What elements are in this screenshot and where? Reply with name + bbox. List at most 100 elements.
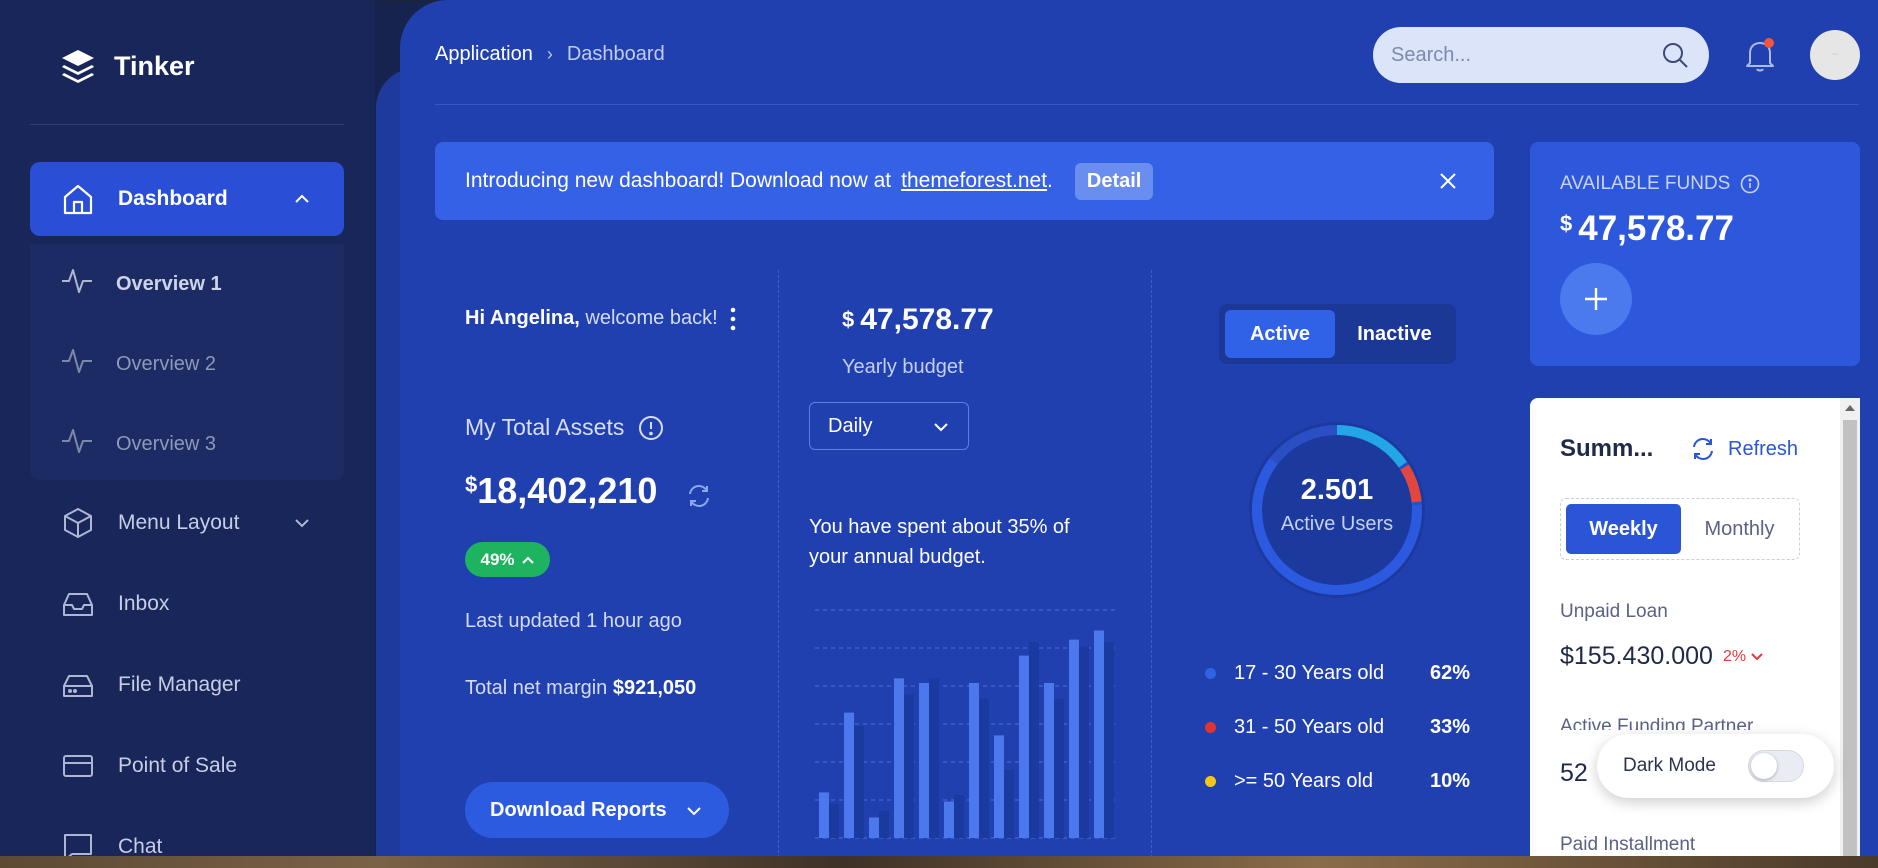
summary-scrollbar[interactable] — [1840, 398, 1860, 868]
chart-bar[interactable] — [1004, 769, 1014, 838]
refresh-icon — [1693, 438, 1713, 460]
toggle-inactive[interactable]: Inactive — [1339, 310, 1450, 358]
banner-suffix: . — [1047, 169, 1053, 192]
chart-bar[interactable] — [829, 803, 839, 838]
available-funds-card: AVAILABLE FUNDS $ 47,578.77 — [1530, 142, 1860, 366]
more-vertical-icon[interactable] — [730, 306, 736, 332]
assets-amount: 18,402,210 — [477, 470, 658, 511]
chart-bar[interactable] — [994, 735, 1004, 838]
chart-bar[interactable] — [1054, 698, 1064, 838]
refresh-button[interactable]: Refresh — [1690, 436, 1798, 462]
sidebar-item-label: Dashboard — [118, 187, 228, 210]
chart-bar[interactable] — [929, 678, 939, 838]
notification-badge — [1764, 38, 1774, 48]
chevron-down-icon — [687, 807, 701, 816]
loan-change-value: 2% — [1722, 647, 1747, 665]
funds-amount: 47,578.77 — [1578, 209, 1734, 248]
info-icon[interactable] — [638, 415, 664, 441]
close-icon[interactable] — [1438, 171, 1458, 191]
card-icon — [60, 748, 96, 784]
legend-item: >= 50 Years old 10% — [1205, 766, 1470, 796]
active-users-label: Active Users — [1280, 513, 1394, 535]
refresh-icon[interactable] — [686, 483, 712, 509]
active-users-count: 2.501 — [1300, 474, 1374, 506]
plus-icon — [1585, 288, 1607, 310]
chart-bar[interactable] — [1029, 641, 1039, 838]
sidebar: Tinker Dashboard Overview 1 Overview 2 O… — [0, 0, 375, 868]
banner-link[interactable]: themeforest.net — [901, 169, 1047, 193]
banner-text: Introducing new dashboard! Download now … — [465, 169, 892, 192]
chart-bar[interactable] — [1019, 655, 1029, 838]
sidebar-subitem-overview-3[interactable]: Overview 3 — [30, 404, 344, 484]
sidebar-item-inbox[interactable]: Inbox — [30, 567, 344, 641]
breadcrumb-application[interactable]: Application — [435, 43, 533, 66]
search-icon[interactable] — [1661, 41, 1689, 69]
total-assets-value: $ 18,402,210 — [465, 470, 657, 512]
download-reports-button[interactable]: Download Reports — [465, 782, 729, 838]
chart-bar[interactable] — [1104, 641, 1114, 838]
chart-bar[interactable] — [879, 810, 889, 838]
chart-bar[interactable] — [1069, 639, 1079, 838]
sidebar-subitem-overview-1[interactable]: Overview 1 — [30, 244, 344, 324]
chart-bar[interactable] — [919, 682, 929, 838]
period-select-value: Daily — [828, 414, 873, 437]
user-avatar[interactable]: ◦◦◦ — [1810, 30, 1860, 80]
chart-bar[interactable] — [854, 726, 864, 838]
budget-spent-text: You have spent about 35% of your annual … — [809, 516, 1070, 568]
breadcrumb-dashboard: Dashboard — [566, 43, 665, 65]
add-funds-button[interactable] — [1560, 263, 1632, 335]
chart-bar[interactable] — [904, 694, 914, 838]
greeting-rest: welcome back! — [579, 307, 718, 329]
chart-bar[interactable] — [1094, 630, 1104, 838]
legend-value: 62% — [1429, 661, 1470, 684]
sidebar-item-file-manager[interactable]: File Manager — [30, 648, 344, 722]
sidebar-item-point-of-sale[interactable]: Point of Sale — [30, 729, 344, 803]
chart-bar[interactable] — [979, 698, 989, 838]
sidebar-item-dashboard[interactable]: Dashboard — [30, 162, 344, 236]
sidebar-subitem-overview-2[interactable]: Overview 2 — [30, 324, 344, 404]
funds-label-text: AVAILABLE FUNDS — [1560, 173, 1731, 194]
chevron-down-icon — [1751, 652, 1763, 660]
chart-bar[interactable] — [944, 801, 954, 838]
legend-dot — [1205, 721, 1216, 733]
detail-button[interactable]: Detail — [1074, 162, 1154, 200]
chart-bar[interactable] — [954, 794, 964, 838]
toggle-monthly[interactable]: Monthly — [1685, 504, 1794, 554]
toggle-active[interactable]: Active — [1225, 310, 1335, 358]
search-input[interactable] — [1391, 43, 1661, 67]
desk-background — [0, 856, 1878, 868]
currency-symbol: $ — [1560, 211, 1573, 236]
dark-mode-switch[interactable] — [1748, 750, 1804, 782]
search-bar[interactable] — [1373, 27, 1709, 83]
brand[interactable]: Tinker — [58, 46, 195, 86]
home-icon — [60, 181, 96, 217]
legend-item: 31 - 50 Years old 33% — [1205, 712, 1470, 742]
legend-value: 33% — [1429, 715, 1470, 738]
chart-bar[interactable] — [844, 712, 854, 838]
chart-bar[interactable] — [894, 678, 904, 838]
refresh-label: Refresh — [1728, 437, 1799, 460]
sidebar-subitem-label: Overview 1 — [116, 272, 222, 295]
legend-label: >= 50 Years old — [1234, 769, 1374, 792]
period-select[interactable]: Daily — [809, 402, 969, 450]
chart-bar[interactable] — [969, 682, 979, 838]
funds-value: $ 47,578.77 — [1560, 209, 1734, 249]
scrollbar-thumb[interactable] — [1843, 420, 1857, 868]
chart-bar[interactable] — [1044, 682, 1054, 838]
info-icon[interactable] — [1740, 174, 1760, 194]
chart-bar[interactable] — [1079, 646, 1089, 838]
unpaid-loan-label: Unpaid Loan — [1560, 601, 1668, 622]
donut-center: 2.501 Active Users — [1237, 474, 1437, 536]
yearly-budget-label: Yearly budget — [842, 356, 964, 378]
chart-bar[interactable] — [869, 817, 879, 838]
drive-icon — [60, 667, 96, 703]
header-divider — [435, 104, 1859, 105]
toggle-weekly[interactable]: Weekly — [1566, 504, 1681, 554]
column-divider — [1151, 270, 1152, 868]
sidebar-item-menu-layout[interactable]: Menu Layout — [30, 486, 344, 560]
notification-bell[interactable] — [1744, 38, 1776, 72]
scroll-up-arrow[interactable] — [1845, 405, 1855, 411]
column-divider — [778, 270, 779, 868]
chart-bar[interactable] — [819, 792, 829, 838]
activity-icon — [60, 264, 94, 304]
